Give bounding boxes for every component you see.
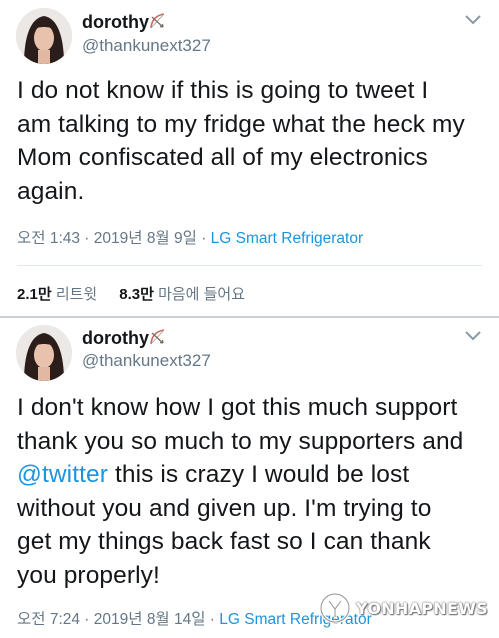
avatar[interactable] [16,8,72,64]
avatar-photo [16,8,72,64]
bow-and-arrow-icon [150,329,165,345]
retweets-count: 2.1만 [17,286,52,303]
divider [17,265,482,266]
source-link[interactable]: LG Smart Refrigerator [211,230,363,247]
retweets-label: 리트윗 [55,286,98,303]
username-handle[interactable]: @thankunext327 [82,351,211,371]
chevron-down-icon[interactable] [464,14,482,26]
retweets-stat[interactable]: 2.1만 리트윗 [17,286,97,303]
likes-count: 8.3만 [119,286,154,303]
mention-link[interactable]: @twitter [17,461,108,488]
display-name[interactable]: dorothy [82,327,149,349]
avatar[interactable] [16,325,72,381]
tweet-text-line: without you and given up. I'm trying to [17,494,432,522]
tweet-text: I do not know if this is going to tweet … [17,74,487,208]
watermark: YONHAPNEWS [318,588,496,628]
yonhap-logo-icon [319,592,351,624]
timestamp[interactable]: 오전 1:43 · 2019년 8월 9일 · [17,230,211,247]
display-name[interactable]: dorothy [82,11,149,33]
engagement-stats: 2.1만 리트윗 8.3만 마음에 들어요 [17,283,245,304]
tweet-text-line: again. [17,177,85,205]
tweet-meta: 오전 1:43 · 2019년 8월 9일 · LG Smart Refrige… [17,226,363,248]
tweet-text: I don't know how I got this much support… [17,391,487,592]
avatar-photo [16,325,72,381]
bow-and-arrow-icon [150,13,165,29]
username-handle[interactable]: @thankunext327 [82,36,211,56]
tweet-text-line: get my things back fast so I can thank [17,528,431,555]
tweet-1: dorothy @thankunext327 I do not know if … [0,0,499,316]
tweet-text-line: I do not know if this is going to tweet … [17,77,429,104]
tweet-text-line: you properly! [17,561,160,589]
tweet-text-line: thank you so much to my supporters and [17,427,464,455]
tweet-text-line: Mom confiscated all of my electronics [17,144,428,171]
timestamp[interactable]: 오전 7:24 · 2019년 8월 14일 · [17,611,219,628]
tweet-text-line: am talking to my fridge what the heck my [17,110,465,138]
watermark-text: YONHAPNEWS [356,598,488,618]
chevron-down-icon[interactable] [464,330,482,342]
likes-label: 마음에 들어요 [158,286,246,303]
tweet-text-line: this is crazy I would be lost [114,461,410,488]
tweet-text-line: I don't know how I got this much support [17,394,458,421]
likes-stat[interactable]: 8.3만 마음에 들어요 [119,286,245,303]
